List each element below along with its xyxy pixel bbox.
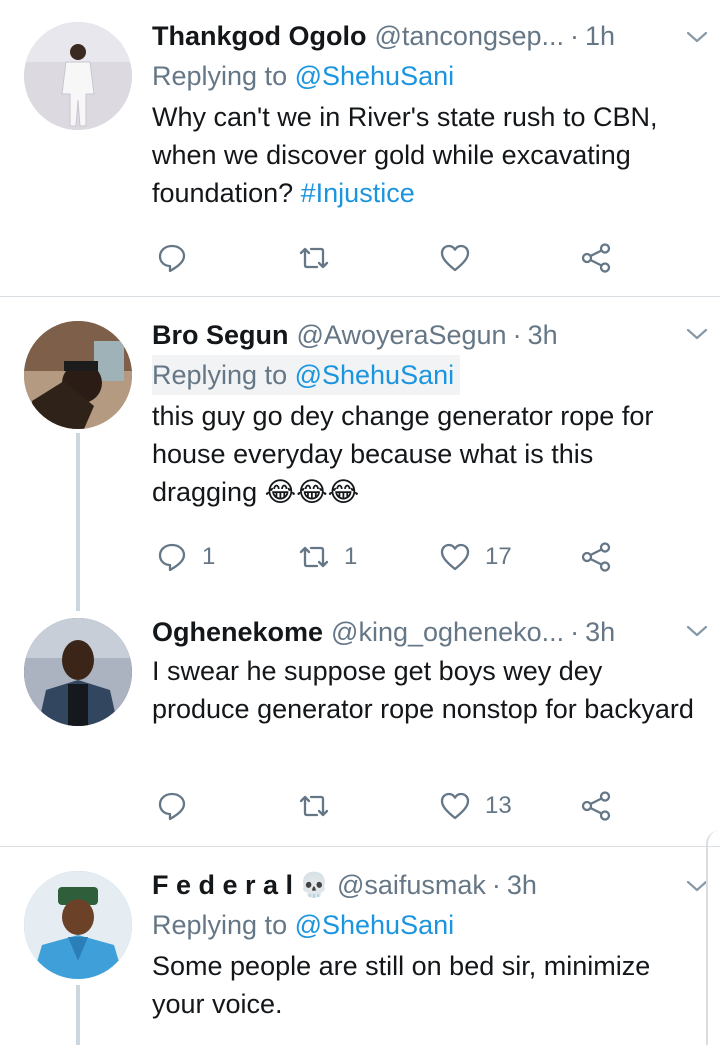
author-name[interactable]: Oghenekome xyxy=(152,617,323,648)
replying-to-prefix: Replying to xyxy=(152,910,295,940)
like-button[interactable]: 13 xyxy=(439,786,512,826)
tweet-header: Bro Segun @AwoyeraSegun · 3h xyxy=(152,315,700,355)
avatar[interactable] xyxy=(24,22,132,130)
replying-to: Replying to @ShehuSani xyxy=(152,355,461,395)
avatar[interactable] xyxy=(24,618,132,726)
reply-icon xyxy=(158,792,186,821)
hashtag-link[interactable]: #Injustice xyxy=(301,178,415,208)
tweet-2[interactable]: Bro Segun @AwoyeraSegun · 3h Replying to… xyxy=(0,297,720,611)
tweet-text: Some people are still on bed sir, minimi… xyxy=(152,951,651,1019)
share-button[interactable] xyxy=(580,537,612,577)
tweet-4[interactable]: F e d e r a l 💀 @saifusmak · 3h Replying… xyxy=(0,847,720,1045)
chevron-down-icon[interactable] xyxy=(682,22,712,52)
reply-count: 1 xyxy=(202,543,216,570)
thread-line xyxy=(76,433,80,611)
replying-to: Replying to @ShehuSani xyxy=(152,905,700,945)
separator: · xyxy=(512,319,522,350)
like-count: 13 xyxy=(485,792,512,819)
author-handle[interactable]: @AwoyeraSegun xyxy=(297,320,507,351)
share-button[interactable] xyxy=(580,238,612,278)
timestamp[interactable]: 3h xyxy=(528,320,558,351)
tweet-actions: 13 xyxy=(0,786,720,826)
author-handle[interactable]: @tancongsep... xyxy=(374,21,564,52)
mention-link[interactable]: @ShehuSani xyxy=(295,61,455,91)
retweet-button[interactable]: 1 xyxy=(298,537,357,577)
retweet-icon xyxy=(299,247,329,269)
reply-icon xyxy=(158,543,186,572)
share-button[interactable] xyxy=(580,786,612,826)
retweet-count: 1 xyxy=(344,543,358,570)
heart-icon xyxy=(440,244,470,272)
author-name[interactable]: Thankgod Ogolo xyxy=(152,21,366,52)
retweet-button[interactable] xyxy=(298,238,344,278)
retweet-icon xyxy=(299,795,329,817)
like-count: 17 xyxy=(485,543,512,570)
like-button[interactable]: 17 xyxy=(439,537,512,577)
author-handle[interactable]: @saifusmak xyxy=(337,870,486,901)
mention-link[interactable]: @ShehuSani xyxy=(295,360,455,390)
tweet-actions xyxy=(0,238,720,278)
author-name[interactable]: F e d e r a l xyxy=(152,870,293,901)
tweet-1[interactable]: Thankgod Ogolo @tancongsep... · 1h Reply… xyxy=(0,0,720,296)
author-handle[interactable]: @king_ogheneko... xyxy=(331,617,564,648)
tweet-text: Why can't we in River's state rush to CB… xyxy=(152,98,700,212)
reply-button[interactable] xyxy=(156,786,202,826)
chevron-down-icon[interactable] xyxy=(682,319,712,349)
tweet-header: Oghenekome @king_ogheneko... · 3h xyxy=(152,612,700,652)
share-icon xyxy=(581,542,611,572)
heart-icon xyxy=(440,543,470,571)
retweet-icon xyxy=(299,546,329,568)
skull-icon: 💀 xyxy=(299,871,329,899)
separator: · xyxy=(570,20,580,51)
share-icon xyxy=(581,243,611,273)
heart-icon xyxy=(440,792,470,820)
replying-to-prefix: Replying to xyxy=(152,360,295,390)
timestamp[interactable]: 3h xyxy=(585,617,615,648)
tweet-header: F e d e r a l 💀 @saifusmak · 3h xyxy=(152,865,700,905)
reply-button[interactable] xyxy=(156,238,202,278)
tweet-text: I swear he suppose get boys wey dey prod… xyxy=(152,656,694,724)
timestamp[interactable]: 3h xyxy=(507,870,537,901)
thread-line xyxy=(76,985,80,1045)
tweet-text: this guy go dey change generator rope fo… xyxy=(152,401,654,507)
timestamp[interactable]: 1h xyxy=(585,21,615,52)
avatar[interactable] xyxy=(24,871,132,979)
replying-to: Replying to @ShehuSani xyxy=(152,56,700,96)
replying-to-prefix: Replying to xyxy=(152,61,295,91)
tweet-actions: 1 1 17 xyxy=(0,537,720,577)
tweet-header: Thankgod Ogolo @tancongsep... · 1h xyxy=(152,16,700,56)
retweet-button[interactable] xyxy=(298,786,344,826)
share-icon xyxy=(581,791,611,821)
scrollbar-edge[interactable] xyxy=(706,830,720,1045)
chevron-down-icon[interactable] xyxy=(682,616,712,646)
reply-button[interactable]: 1 xyxy=(156,537,215,577)
author-name[interactable]: Bro Segun xyxy=(152,320,289,351)
separator: · xyxy=(491,869,501,900)
like-button[interactable] xyxy=(439,238,485,278)
mention-link[interactable]: @ShehuSani xyxy=(295,910,455,940)
tweet-3[interactable]: Oghenekome @king_ogheneko... · 3h I swea… xyxy=(0,612,720,844)
separator: · xyxy=(570,616,580,647)
avatar[interactable] xyxy=(24,321,132,429)
reply-icon xyxy=(158,244,186,273)
